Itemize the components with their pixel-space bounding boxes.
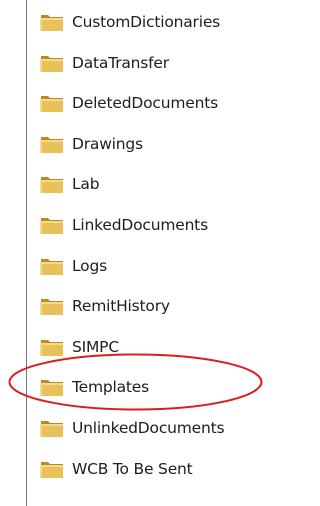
folder-label: CustomDictionaries — [72, 13, 221, 31]
folder-label: WCB To Be Sent — [72, 459, 193, 478]
folder-icon — [40, 339, 63, 356]
folder-item-linkeddocuments[interactable]: LinkedDocuments — [39, 212, 224, 238]
folder-icon — [40, 15, 63, 31]
folder-icon — [40, 258, 63, 275]
folder-item-unlinkeddocuments[interactable]: UnlinkedDocuments — [39, 415, 225, 441]
folder-list: CustomDictionaries DataTransfer DeletedD… — [39, 9, 225, 496]
folder-item-simpc[interactable]: SIMPC — [39, 334, 224, 360]
folder-icon — [40, 380, 63, 397]
folder-icon — [40, 461, 63, 478]
folder-list-panel: CustomDictionaries DataTransfer DeletedD… — [26, 0, 282, 506]
folder-item-customdictionaries[interactable]: CustomDictionaries — [39, 9, 224, 35]
folder-icon — [40, 96, 63, 113]
folder-label: SIMPC — [72, 337, 119, 356]
folder-icon — [40, 217, 63, 234]
folder-label: DataTransfer — [72, 53, 169, 72]
folder-item-templates[interactable]: Templates — [39, 374, 224, 400]
folder-label: DeletedDocuments — [72, 94, 218, 113]
folder-item-drawings[interactable]: Drawings — [39, 131, 224, 157]
folder-label: Lab — [72, 175, 100, 194]
folder-label: RemitHistory — [72, 297, 170, 316]
folder-icon — [40, 420, 63, 437]
folder-icon — [40, 55, 63, 72]
folder-item-logs[interactable]: Logs — [39, 253, 224, 279]
folder-icon — [40, 299, 63, 316]
folder-item-lab[interactable]: Lab — [39, 171, 224, 197]
folder-label: UnlinkedDocuments — [72, 418, 225, 437]
folder-item-wcb-to-be-sent[interactable]: WCB To Be Sent — [39, 456, 224, 482]
folder-label: LinkedDocuments — [72, 215, 208, 234]
folder-item-remithistory[interactable]: RemitHistory — [39, 293, 224, 319]
folder-icon — [40, 136, 63, 153]
folder-label: Logs — [72, 256, 107, 275]
folder-item-datatransfer[interactable]: DataTransfer — [39, 50, 224, 76]
folder-label: Drawings — [72, 134, 143, 153]
folder-label: Templates — [72, 378, 150, 397]
folder-item-deleteddocuments[interactable]: DeletedDocuments — [39, 90, 224, 116]
folder-icon — [40, 177, 63, 194]
